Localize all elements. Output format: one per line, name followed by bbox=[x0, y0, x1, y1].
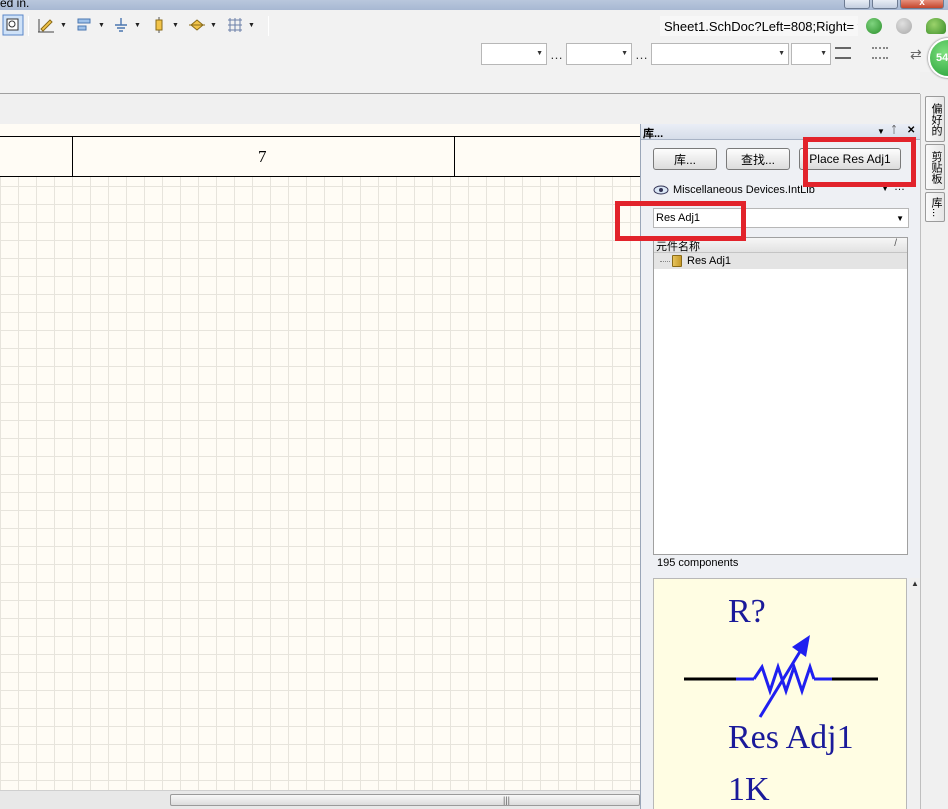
chevron-down-icon[interactable]: ▼ bbox=[172, 22, 179, 29]
part-icon bbox=[155, 17, 163, 33]
width-combo[interactable]: ▼ bbox=[791, 43, 831, 65]
chevron-down-icon[interactable]: ▼ bbox=[98, 22, 105, 29]
component-icon bbox=[672, 255, 682, 267]
restore-button[interactable] bbox=[872, 0, 898, 9]
highlight-filter bbox=[615, 201, 746, 241]
chevron-down-icon[interactable]: ▼ bbox=[820, 50, 827, 57]
ground-icon bbox=[115, 18, 127, 32]
right-dock: 偏好的 剪贴板 库... bbox=[920, 94, 948, 809]
grip-icon: ||| bbox=[503, 795, 511, 805]
zone-divider bbox=[72, 137, 73, 177]
chevron-down-icon[interactable]: ▼ bbox=[134, 22, 141, 29]
line-style-icon[interactable] bbox=[835, 47, 851, 59]
address-text: Sheet1.SchDoc?Left=808;Right= bbox=[664, 18, 855, 34]
scrollbar-thumb[interactable]: ||| bbox=[170, 794, 640, 806]
sort-icon[interactable]: / bbox=[894, 238, 897, 249]
dock-tab-clipboard[interactable]: 剪贴板 bbox=[925, 144, 945, 190]
preview-value: 1K bbox=[728, 771, 770, 808]
panel-menu-icon[interactable]: ▼ bbox=[877, 127, 885, 136]
pencil-chart-icon bbox=[38, 19, 54, 33]
list-item[interactable]: Res Adj1 bbox=[654, 253, 907, 269]
component-count: 195 components bbox=[657, 557, 739, 569]
chevron-down-icon[interactable]: ▼ bbox=[778, 50, 785, 57]
chevron-down-icon[interactable]: ▼ bbox=[621, 50, 628, 57]
inspector-button[interactable] bbox=[2, 14, 24, 36]
chevron-down-icon[interactable]: ▼ bbox=[60, 22, 67, 29]
symbol-preview: R? Res Adj1 1K bbox=[653, 578, 907, 809]
align-tools-button[interactable]: ▼ bbox=[76, 14, 105, 36]
chevron-down-icon[interactable]: ▼ bbox=[210, 22, 217, 29]
horizontal-scrollbar[interactable]: ||| bbox=[0, 790, 640, 809]
chevron-down-icon[interactable]: ▼ bbox=[856, 22, 858, 31]
selected-library: Miscellaneous Devices.IntLib bbox=[673, 184, 815, 196]
toolbar-separator bbox=[268, 16, 269, 36]
tab-strip bbox=[0, 72, 920, 94]
highlight-place-button bbox=[803, 137, 916, 187]
tree-connector bbox=[660, 260, 670, 262]
chevron-down-icon[interactable]: ▼ bbox=[248, 22, 255, 29]
style-combo[interactable]: ▼ bbox=[651, 43, 789, 65]
component-list[interactable]: 元件名称 / Res Adj1 bbox=[653, 237, 908, 555]
sheet-symbol-button[interactable]: ▼ bbox=[188, 14, 217, 36]
inspector-icon bbox=[2, 14, 24, 36]
forward-icon[interactable] bbox=[896, 18, 912, 34]
font-combo[interactable]: ▼ bbox=[481, 43, 547, 65]
library-icon bbox=[653, 185, 669, 195]
dock-tab-libraries[interactable]: 库... bbox=[925, 192, 945, 222]
more-icon[interactable]: … bbox=[635, 47, 648, 62]
variable-resistor-symbol bbox=[684, 635, 878, 718]
chevron-down-icon[interactable]: ▼ bbox=[536, 50, 543, 57]
pin-icon[interactable]: ᛏ bbox=[891, 125, 897, 136]
draw-tools-button[interactable]: ▼ bbox=[36, 14, 67, 36]
back-icon[interactable] bbox=[866, 18, 882, 34]
panel-title: 库... bbox=[643, 128, 664, 140]
chevron-down-icon[interactable]: ▼ bbox=[896, 214, 904, 223]
close-button[interactable]: x bbox=[900, 0, 944, 9]
dash-style-icon[interactable] bbox=[872, 47, 888, 59]
more-icon[interactable]: … bbox=[550, 47, 563, 62]
power-port-button[interactable]: ▼ bbox=[112, 14, 141, 36]
minimize-button[interactable] bbox=[844, 0, 870, 9]
size-combo[interactable]: ▼ bbox=[566, 43, 632, 65]
sheet-border-top bbox=[0, 124, 640, 137]
swap-icon[interactable]: ⇄ bbox=[910, 46, 922, 63]
close-icon[interactable]: ✕ bbox=[907, 125, 915, 136]
diamond-icon bbox=[189, 19, 205, 31]
column-header-label: 元件名称 bbox=[656, 241, 700, 253]
align-icon bbox=[77, 18, 91, 31]
search-button[interactable]: 查找... bbox=[726, 148, 790, 170]
sheet-zone-row: 7 bbox=[0, 137, 640, 177]
zone-divider bbox=[454, 137, 455, 177]
grid-icon bbox=[228, 18, 242, 32]
zone-label: 7 bbox=[258, 147, 267, 166]
toolbar-separator bbox=[28, 16, 29, 36]
libraries-button[interactable]: 库... bbox=[653, 148, 717, 170]
dock-tab-favorites[interactable]: 偏好的 bbox=[925, 96, 945, 142]
document-address[interactable]: Sheet1.SchDoc?Left=808;Right= ▼ bbox=[660, 16, 858, 36]
altium-window: ed in. x ▼ ▼ ▼ ▼ ▼ ▼ Sheet1.SchDoc?Left=… bbox=[0, 0, 948, 809]
component-name: Res Adj1 bbox=[687, 255, 732, 267]
grid-button[interactable]: ▼ bbox=[226, 14, 255, 36]
title-bar: ed in. x bbox=[0, 0, 948, 10]
window-title: ed in. bbox=[0, 0, 30, 10]
home-icon[interactable] bbox=[926, 18, 946, 34]
component-tools-button[interactable]: ▼ bbox=[150, 14, 179, 36]
preview-comment: Res Adj1 bbox=[728, 719, 854, 756]
scroll-up-icon[interactable]: ▲ bbox=[911, 579, 919, 588]
schematic-canvas[interactable] bbox=[0, 124, 640, 809]
